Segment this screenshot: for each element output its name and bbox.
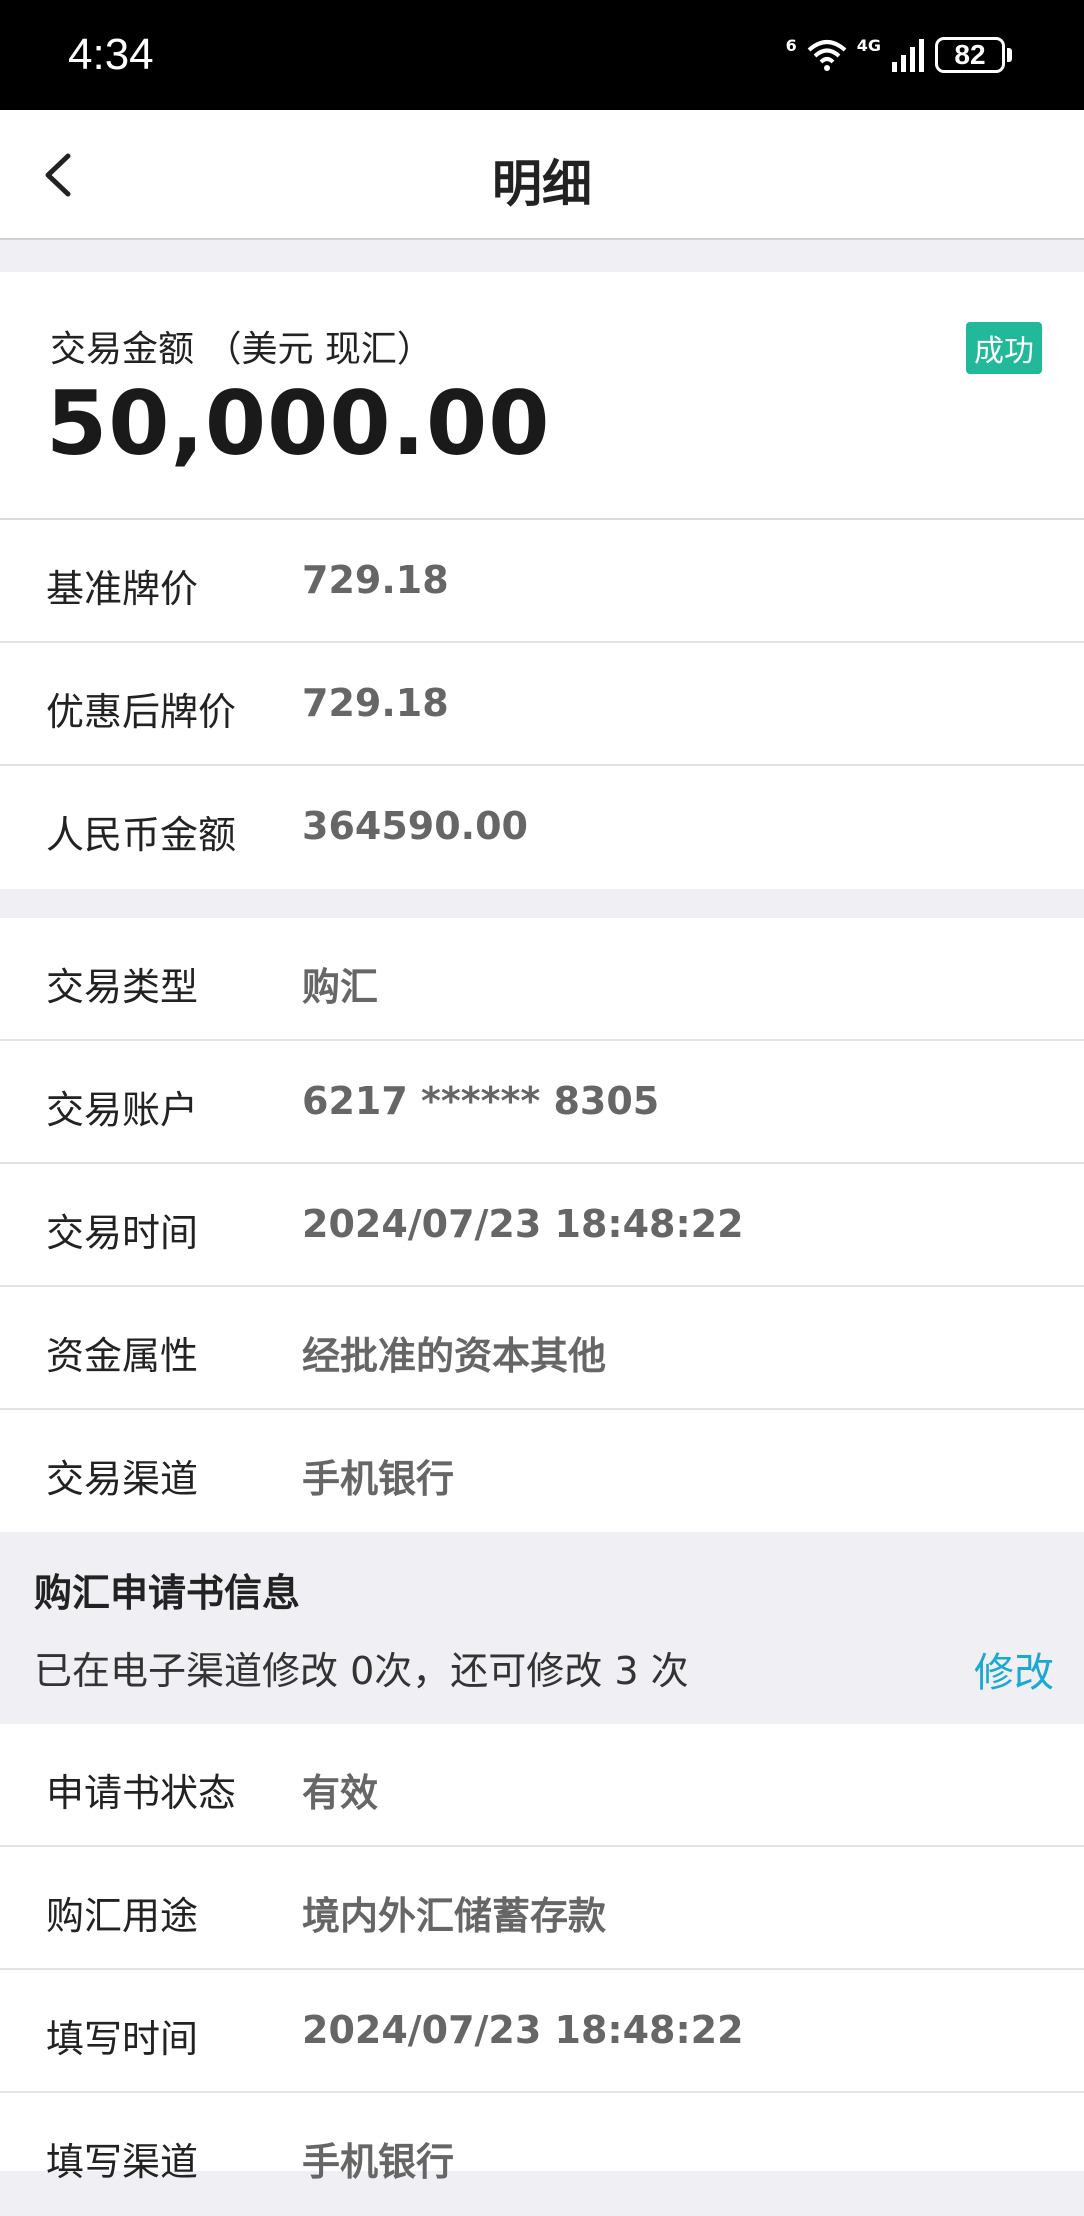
detail-row: 申请书状态 有效 [0,1724,1084,1847]
detail-row: 购汇用途 境内外汇储蓄存款 [0,1847,1084,1970]
row-key: 交易账户 [46,1088,199,1132]
detail-row: 人民币金额 364590.00 [0,766,1084,889]
edit-link[interactable]: 修改 [974,1640,1054,1698]
detail-row: 基准牌价 729.18 [0,520,1084,643]
detail-row: 资金属性 经批准的资本其他 [0,1287,1084,1410]
detail-row: 交易时间 2024/07/23 18:48:22 [0,1164,1084,1287]
rates-group: 基准牌价 729.18 优惠后牌价 729.18 人民币金额 364590.00 [0,520,1084,889]
edit-count-note: 已在电子渠道修改 0次，还可修改 3 次 [34,1649,689,1693]
details-group: 交易类型 购汇 交易账户 6217 ****** 8305 交易时间 2024/… [0,918,1084,1533]
section-heading: 购汇申请书信息 [34,1571,301,1615]
row-key: 购汇用途 [46,1894,199,1938]
row-key: 优惠后牌价 [46,690,237,734]
detail-row: 优惠后牌价 729.18 [0,643,1084,766]
page-title: 明细 [492,155,592,213]
row-value: 购汇 [302,965,379,1009]
network-type-label: 4G [856,35,881,55]
wifi-generation-label: 6 [785,35,797,55]
row-key: 人民币金额 [46,813,237,857]
row-key: 基准牌价 [46,567,199,611]
status-time: 4:34 [68,30,154,79]
detail-row: 填写渠道 手机银行 [0,2093,1084,2216]
row-key: 交易时间 [46,1211,199,1255]
row-value: 手机银行 [302,1457,455,1501]
detail-row: 交易类型 购汇 [0,918,1084,1041]
detail-row: 交易账户 6217 ****** 8305 [0,1041,1084,1164]
row-value: 6217 ****** 8305 [302,1079,660,1123]
status-badge: 成功 [966,322,1042,374]
row-value: 2024/07/23 18:48:22 [302,2008,744,2052]
row-key: 交易类型 [46,965,199,1009]
application-group: 申请书状态 有效 购汇用途 境内外汇储蓄存款 填写时间 2024/07/23 1… [0,1724,1084,2184]
nav-bar: 明细 [0,110,1084,240]
row-key: 申请书状态 [46,1771,237,1815]
detail-row: 交易渠道 手机银行 [0,1410,1084,1533]
battery-icon: 82 [935,37,1012,73]
signal-icon [892,39,924,72]
status-bar: 4:34 6 4G 82 [0,0,1084,110]
row-value: 364590.00 [302,804,528,848]
row-value: 有效 [302,1771,379,1815]
application-section-header: 购汇申请书信息 已在电子渠道修改 0次，还可修改 3 次 修改 [0,1532,1084,1724]
row-value: 729.18 [302,558,449,602]
row-value: 2024/07/23 18:48:22 [302,1202,744,1246]
amount-label: 交易金额 （美元 现汇） [50,329,433,370]
row-value: 729.18 [302,681,449,725]
row-key: 交易渠道 [46,1457,199,1501]
wifi-icon [807,40,847,71]
amount-card: 交易金额 （美元 现汇） 50,000.00 成功 [0,272,1084,520]
status-icons: 6 4G 82 [786,30,1012,80]
battery-level: 82 [935,37,1005,73]
row-value: 手机银行 [302,2140,455,2184]
amount-value: 50,000.00 [46,372,551,475]
row-value: 境内外汇储蓄存款 [302,1894,607,1938]
row-key: 资金属性 [46,1334,199,1378]
row-value: 经批准的资本其他 [302,1334,607,1378]
detail-row: 填写时间 2024/07/23 18:48:22 [0,1970,1084,2093]
row-key: 填写时间 [46,2017,199,2061]
row-key: 填写渠道 [46,2140,199,2184]
